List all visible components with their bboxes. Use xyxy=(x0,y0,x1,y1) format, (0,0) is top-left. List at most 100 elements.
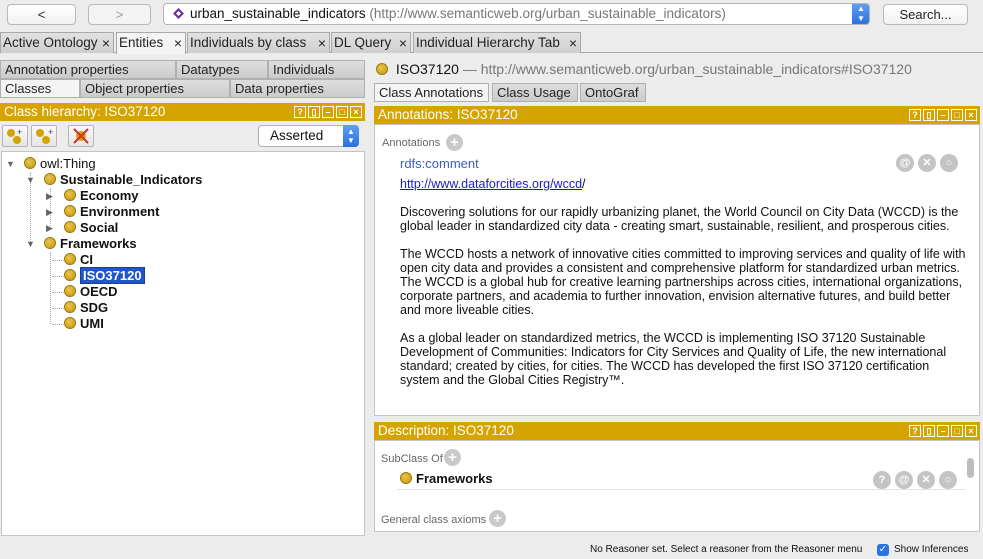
edit-icon[interactable]: ○ xyxy=(940,154,958,172)
annotations-title: Annotations: ISO37120 xyxy=(378,107,518,122)
ontology-selector[interactable]: urban_sustainable_indicators (http://www… xyxy=(163,3,870,25)
close-icon[interactable]: × xyxy=(569,33,577,53)
tree-node-frameworks[interactable]: ▼ Frameworks xyxy=(26,236,137,252)
at-icon[interactable]: @ xyxy=(896,154,914,172)
chevron-updown-icon[interactable]: ▲ ▼ xyxy=(343,125,359,147)
ontology-iri: (http://www.semanticweb.org/urban_sustai… xyxy=(369,6,726,21)
class-tree[interactable]: ▼ owl:Thing ▼ Sustainable_Indicators ▶ E… xyxy=(1,151,365,536)
minimize-icon[interactable]: – xyxy=(937,425,949,437)
tab-entities[interactable]: Entities × xyxy=(116,32,186,54)
svg-text:+: + xyxy=(48,127,53,137)
delete-icon xyxy=(73,128,89,144)
class-icon xyxy=(64,189,76,201)
collapsed-arrow-icon[interactable]: ▶ xyxy=(46,188,53,204)
forward-button[interactable]: > xyxy=(88,4,151,25)
close-icon[interactable]: × xyxy=(399,33,407,53)
tab-ontograf[interactable]: OntoGraf xyxy=(580,83,646,102)
annotations-header: Annotations: ISO37120 ? ▯ – □ × xyxy=(374,106,980,124)
add-subclass-button[interactable]: + xyxy=(2,125,28,147)
tab-datatypes[interactable]: Datatypes xyxy=(176,60,268,79)
node-label: UMI xyxy=(80,316,104,331)
close-icon[interactable]: × xyxy=(350,106,362,118)
collapsed-arrow-icon[interactable]: ▶ xyxy=(46,220,53,236)
tree-node-iso37120[interactable]: ISO37120 xyxy=(64,267,145,284)
collapsed-arrow-icon[interactable]: ▶ xyxy=(46,204,53,220)
tab-classes[interactable]: Classes xyxy=(0,79,80,98)
tree-connector xyxy=(52,324,64,325)
back-button[interactable]: < xyxy=(7,4,76,25)
general-class-axioms-label: General class axioms xyxy=(381,514,487,526)
at-icon[interactable]: @ xyxy=(895,471,913,489)
scrollbar[interactable] xyxy=(967,458,974,478)
tab-individuals[interactable]: Individuals xyxy=(268,60,365,79)
split-icon[interactable]: ▯ xyxy=(923,109,935,121)
chevron-updown-icon[interactable]: ▲ ▼ xyxy=(852,4,869,24)
add-sibling-button[interactable]: + xyxy=(31,125,57,147)
close-icon[interactable]: × xyxy=(965,109,977,121)
tab-individuals-by-class[interactable]: Individuals by class × xyxy=(187,32,330,53)
tab-active-ontology[interactable]: Active Ontology × xyxy=(0,32,114,53)
help-icon[interactable]: ? xyxy=(294,106,306,118)
node-label: ISO37120 xyxy=(80,267,145,284)
maximize-icon[interactable]: □ xyxy=(951,425,963,437)
split-icon[interactable]: ▯ xyxy=(923,425,935,437)
tree-node-owl-thing[interactable]: ▼ owl:Thing xyxy=(6,156,96,172)
annotation-paragraph: As a global leader on standardized metri… xyxy=(400,331,947,387)
help-icon[interactable]: ? xyxy=(909,109,921,121)
explain-icon[interactable]: ? xyxy=(873,471,891,489)
tab-class-annotations[interactable]: Class Annotations xyxy=(374,83,489,102)
tree-node-social[interactable]: ▶ Social xyxy=(46,220,118,236)
tree-node-environment[interactable]: ▶ Environment xyxy=(46,204,159,220)
add-annotation-button[interactable]: + xyxy=(446,134,463,151)
annotation-link[interactable]: http://www.dataforcities.org/wccd xyxy=(400,177,582,191)
status-bar: No Reasoner set. Select a reasoner from … xyxy=(0,541,983,559)
tree-node-ci[interactable]: CI xyxy=(64,252,93,268)
search-button[interactable]: Search... xyxy=(883,4,968,25)
class-icon xyxy=(64,285,76,297)
delete-class-button[interactable] xyxy=(68,125,94,147)
tab-data-properties[interactable]: Data properties xyxy=(230,79,365,98)
superclass-frameworks[interactable]: Frameworks xyxy=(400,471,493,486)
class-icon xyxy=(64,253,76,265)
tree-node-sdg[interactable]: SDG xyxy=(64,300,108,316)
tree-connector xyxy=(52,292,64,293)
minimize-icon[interactable]: – xyxy=(322,106,334,118)
close-icon[interactable]: × xyxy=(174,33,182,53)
annotation-paragraph: Discovering solutions for our rapidly ur… xyxy=(400,205,959,233)
expanded-arrow-icon[interactable]: ▼ xyxy=(6,156,15,172)
add-superclass-button[interactable]: + xyxy=(444,449,461,466)
tab-class-usage[interactable]: Class Usage xyxy=(492,83,578,102)
show-inferences-checkbox[interactable]: ✓ xyxy=(877,544,889,556)
minimize-icon[interactable]: – xyxy=(937,109,949,121)
annotation-paragraph: The WCCD hosts a network of innovative c… xyxy=(400,247,966,317)
tree-node-umi[interactable]: UMI xyxy=(64,316,104,332)
split-icon[interactable]: ▯ xyxy=(308,106,320,118)
delete-icon[interactable]: ✕ xyxy=(917,471,935,489)
maximize-icon[interactable]: □ xyxy=(336,106,348,118)
annotation-property[interactable]: rdfs:comment xyxy=(400,156,479,171)
class-icon xyxy=(64,301,76,313)
maximize-icon[interactable]: □ xyxy=(951,109,963,121)
expanded-arrow-icon[interactable]: ▼ xyxy=(26,236,35,252)
add-general-axiom-button[interactable]: + xyxy=(489,510,506,527)
tab-annotation-properties[interactable]: Annotation properties xyxy=(0,60,176,79)
tab-individual-hierarchy[interactable]: Individual Hierarchy Tab × xyxy=(413,32,581,53)
tree-node-economy[interactable]: ▶ Economy xyxy=(46,188,139,204)
close-icon[interactable]: × xyxy=(102,33,110,53)
tree-node-sustainable-indicators[interactable]: ▼ Sustainable_Indicators xyxy=(26,172,202,188)
close-icon[interactable]: × xyxy=(965,425,977,437)
hierarchy-toolbar: + + Asserted ▲ ▼ xyxy=(0,123,365,149)
main-tab-strip: Active Ontology × Entities × Individuals b… xyxy=(0,32,983,54)
tab-dl-query[interactable]: DL Query × xyxy=(331,32,411,53)
edit-icon[interactable]: ○ xyxy=(939,471,957,489)
close-icon[interactable]: × xyxy=(318,33,326,53)
hierarchy-mode-select[interactable]: Asserted ▲ ▼ xyxy=(258,125,359,147)
class-hierarchy-title: Class hierarchy: ISO37120 xyxy=(4,104,166,119)
help-icon[interactable]: ? xyxy=(909,425,921,437)
class-icon xyxy=(64,221,76,233)
delete-icon[interactable]: ✕ xyxy=(918,154,936,172)
expanded-arrow-icon[interactable]: ▼ xyxy=(26,172,35,188)
tree-node-oecd[interactable]: OECD xyxy=(64,284,118,300)
tab-object-properties[interactable]: Object properties xyxy=(80,79,230,98)
reasoner-status: No Reasoner set. Select a reasoner from … xyxy=(590,544,863,555)
